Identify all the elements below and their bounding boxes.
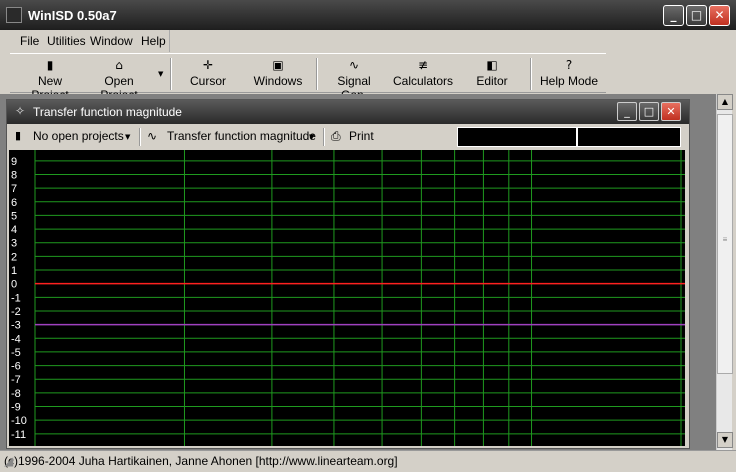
open-project-dropdown-icon[interactable]: ▼	[158, 70, 163, 78]
menu-file[interactable]: File	[20, 34, 39, 48]
menu-utilities[interactable]: Utilities	[47, 34, 86, 48]
print-button[interactable]: Print	[349, 129, 374, 143]
close-button[interactable]: ✕	[709, 5, 730, 26]
printer-icon: ⎙	[331, 129, 341, 143]
main-toolbar: ▮ New Project ⌂ Open Project ▼ ✛ Cursor …	[10, 53, 606, 102]
plot-canvas: 98 7 65 4 32 1 0-1 -2 -3-4 -5 -6-7 -8 -9-10 -11	[11, 150, 685, 446]
windows-button[interactable]: ▣ Windows	[250, 56, 306, 92]
y-tick-label: -8	[11, 388, 21, 400]
child-window-title: Transfer function magnitude	[33, 105, 182, 119]
child-title-bar: ✧ Transfer function magnitude _ □ ✕	[7, 100, 689, 124]
y-tick-label: 2	[11, 251, 17, 263]
mdi-workspace: ✧ Transfer function magnitude _ □ ✕ ▮ No…	[0, 94, 716, 450]
y-tick-label: 9	[11, 156, 17, 168]
new-project-button[interactable]: ▮ New Project	[18, 56, 82, 102]
minimize-button[interactable]: _	[663, 5, 684, 26]
menu-bar: File Utilities Window Help	[10, 30, 170, 52]
y-tick-label: -3	[11, 320, 21, 332]
editor-button[interactable]: ◧ Editor	[472, 56, 512, 92]
toolbar-separator	[139, 128, 141, 146]
cursor-icon: ✛	[202, 58, 214, 72]
transfer-function-plot[interactable]: 9 8 7 6 5 4 3 2 1 0 -1 -2 -3 -4 -5 -6 -7 -8 -9 -10 -11	[9, 150, 685, 446]
y-tick-label: 3	[11, 238, 17, 250]
cursor-readout-left	[457, 127, 577, 147]
maximize-button[interactable]: □	[686, 5, 707, 26]
y-tick-label: 8	[11, 169, 17, 181]
new-project-icon: ▮	[46, 58, 54, 72]
y-tick-label: -10	[11, 415, 27, 427]
scroll-up-arrow[interactable]: ▲	[717, 94, 733, 110]
y-tick-label: -7	[11, 374, 21, 386]
signal-icon: ∿	[348, 58, 360, 72]
signal-gen-button[interactable]: ∿ Signal Gen.	[324, 56, 384, 102]
menu-window[interactable]: Window	[90, 34, 133, 48]
project-icon: ▮	[15, 129, 22, 142]
vertical-scrollbar[interactable]: ▲ ≡ ▼	[716, 94, 733, 450]
toolbar-separator	[316, 58, 318, 90]
resize-grip-icon[interactable]: ◢	[4, 454, 734, 470]
chevron-down-icon[interactable]: ▼	[125, 133, 130, 141]
waveform-icon: ∿	[147, 129, 158, 143]
windows-icon: ▣	[272, 58, 284, 72]
scroll-down-arrow[interactable]: ▼	[717, 432, 733, 448]
child-minimize-button[interactable]: _	[617, 102, 637, 121]
editor-icon: ◧	[486, 58, 498, 72]
transfer-function-window: ✧ Transfer function magnitude _ □ ✕ ▮ No…	[6, 99, 690, 449]
menu-help[interactable]: Help	[141, 34, 166, 48]
calculator-icon: ≢	[417, 58, 429, 72]
y-tick-label: -4	[11, 333, 21, 345]
y-tick-label: -9	[11, 402, 21, 414]
open-folder-icon: ⌂	[115, 58, 123, 72]
y-tick-label: -5	[11, 347, 21, 359]
pin-icon: ✧	[15, 104, 26, 118]
y-tick-label: -2	[11, 306, 21, 318]
cursor-button[interactable]: ✛ Cursor	[184, 56, 232, 92]
title-bar: WinISD 0.50a7 _ □ ✕	[0, 0, 736, 30]
y-tick-label: 1	[11, 265, 17, 277]
toolbar-separator	[170, 58, 172, 90]
app-icon	[6, 7, 22, 23]
calculators-button[interactable]: ≢ Calculators	[392, 56, 454, 92]
child-maximize-button[interactable]: □	[639, 102, 659, 121]
help-mode-button[interactable]: ? Help Mode	[538, 56, 600, 92]
toolbar-separator	[323, 128, 325, 146]
y-tick-label: -1	[11, 292, 21, 304]
plot-toolbar: ▮ No open projects ▼ ∿ Transfer function…	[9, 126, 685, 148]
y-tick-label: -6	[11, 361, 21, 373]
help-icon: ?	[565, 58, 573, 72]
project-select[interactable]: No open projects	[33, 129, 124, 143]
status-bar: (c)1996-2004 Juha Hartikainen, Janne Aho…	[0, 450, 736, 472]
plot-select[interactable]: Transfer function magnitude	[167, 129, 316, 143]
chevron-down-icon[interactable]: ▼	[309, 133, 314, 141]
cursor-readout-right	[577, 127, 681, 147]
scroll-thumb[interactable]: ≡	[717, 114, 733, 374]
y-tick-label: 5	[11, 210, 17, 222]
y-tick-label: 0	[11, 279, 17, 291]
y-tick-label: 7	[11, 183, 17, 195]
toolbar-separator	[530, 58, 532, 90]
app-title: WinISD 0.50a7	[28, 8, 117, 23]
y-tick-label: -11	[11, 429, 26, 441]
open-project-button[interactable]: ⌂ Open Project	[85, 56, 153, 102]
child-close-button[interactable]: ✕	[661, 102, 681, 121]
y-tick-label: 4	[11, 224, 17, 236]
y-tick-label: 6	[11, 197, 17, 209]
